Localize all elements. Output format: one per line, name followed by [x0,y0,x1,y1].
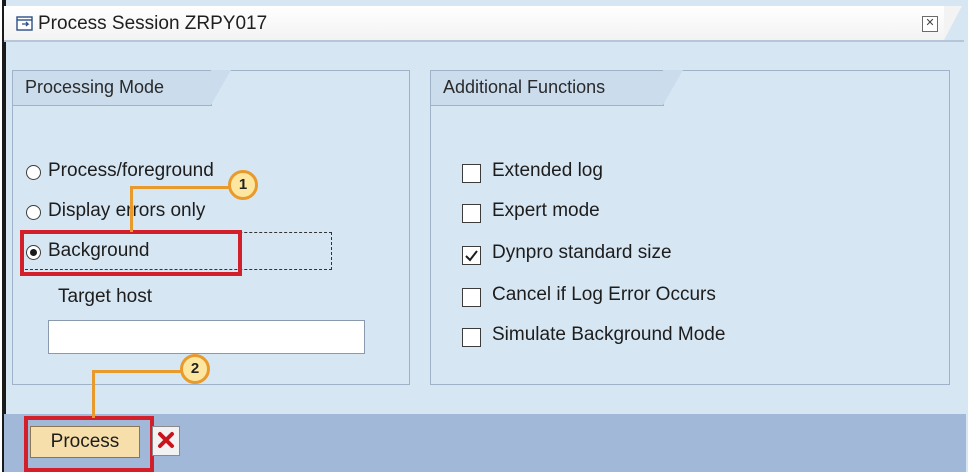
callout-step-1: 1 [228,170,258,200]
checkbox-label: Simulate Background Mode [492,324,726,345]
checkbox-label: Cancel if Log Error Occurs [492,284,716,305]
close-icon[interactable]: ✕ [922,16,938,32]
checkbox-checked[interactable] [462,246,481,265]
checkbox[interactable] [462,288,481,307]
callout-step-2: 2 [180,354,210,384]
checkbox[interactable] [462,204,481,223]
dialog-window-icon [16,16,33,31]
process-highlight-box [24,416,154,472]
checkbox[interactable] [462,328,481,347]
target-host-label: Target host [58,286,152,307]
additional-functions-title: Additional Functions [443,77,606,97]
checkbox-label: Expert mode [492,200,600,221]
callout-1-connector-h [130,186,230,189]
cancel-button[interactable] [152,426,180,456]
background-highlight-box [20,230,242,276]
checkbox-label: Dynpro standard size [492,242,672,263]
additional-functions-header: Additional Functions [431,70,683,106]
radio-label: Process/foreground [48,160,214,181]
checkbox-label: Extended log [492,160,603,181]
dialog-title-bar: Process Session ZRPY017 ✕ [4,6,962,40]
callout-2-connector-h [92,370,182,373]
red-x-icon [158,431,174,448]
radio-button[interactable] [26,165,41,180]
dialog-title: Process Session ZRPY017 [38,13,268,34]
radio-button[interactable] [26,205,41,220]
target-host-input[interactable] [48,320,365,354]
checkbox[interactable] [462,164,481,183]
radio-label: Display errors only [48,200,206,221]
processing-mode-header: Processing Mode [13,70,231,106]
processing-mode-title: Processing Mode [25,77,165,97]
callout-2-connector-v [92,370,95,418]
title-divider [4,40,964,42]
checkmark-icon [465,250,478,262]
callout-1-connector-v [130,186,133,232]
